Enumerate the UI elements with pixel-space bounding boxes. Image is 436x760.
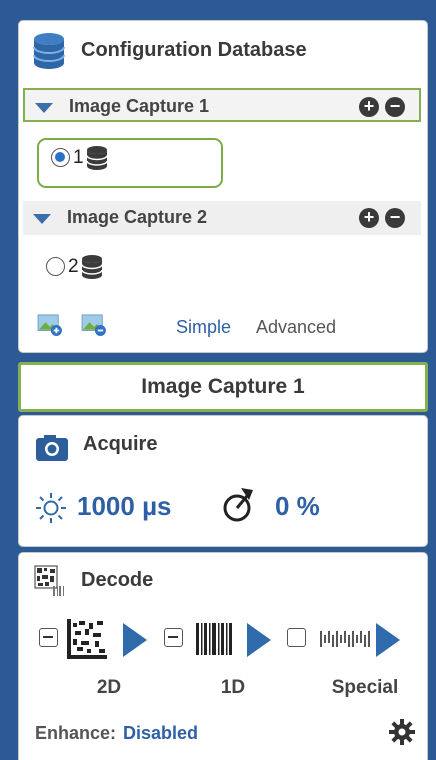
- symbology-label-special: Special: [331, 677, 399, 698]
- database-icon: [81, 255, 103, 279]
- panel-title: Configuration Database: [81, 39, 307, 61]
- remove-icon[interactable]: −: [385, 208, 405, 228]
- selected-capture-title-box: Image Capture 1: [18, 362, 428, 412]
- camera-icon: [36, 435, 68, 461]
- add-image-icon[interactable]: [36, 314, 64, 336]
- database-icon: [33, 33, 65, 69]
- acquire-title: Acquire: [83, 433, 158, 455]
- symbology-label-1d: 1D: [220, 677, 246, 698]
- group-row-image-capture-2[interactable]: Image Capture 2 + −: [23, 201, 421, 235]
- selected-capture-title: Image Capture 1: [141, 375, 305, 398]
- group-label: Image Capture 1: [69, 96, 210, 116]
- expand-special-arrow-icon[interactable]: [376, 623, 400, 657]
- configuration-database-panel: Configuration Database Image Capture 1 +…: [18, 20, 428, 353]
- enhance-label: Enhance:: [35, 723, 117, 743]
- enhance-value-link[interactable]: Disabled: [123, 723, 198, 744]
- group-label: Image Capture 2: [67, 207, 208, 227]
- database-icon: [86, 146, 108, 170]
- collapse-triangle-icon[interactable]: [35, 103, 53, 113]
- radio-image-capture-2[interactable]: [46, 257, 65, 276]
- expand-1d-arrow-icon[interactable]: [247, 623, 271, 657]
- expand-2d-arrow-icon[interactable]: [123, 623, 147, 657]
- remove-image-icon[interactable]: [80, 314, 108, 336]
- symbology-label-2d: 2D: [96, 677, 122, 698]
- datamatrix-icon: [67, 619, 107, 659]
- group-row-image-capture-1[interactable]: Image Capture 1 + −: [23, 88, 421, 122]
- simple-mode-link[interactable]: Simple: [176, 317, 231, 338]
- exposure-sun-icon[interactable]: [35, 492, 67, 524]
- item-number: 2: [68, 256, 79, 277]
- remove-icon[interactable]: −: [385, 97, 405, 117]
- collapse-triangle-icon[interactable]: [33, 214, 51, 224]
- acquire-panel: Acquire 1000 µs 0 %: [18, 415, 428, 547]
- checkbox-1d[interactable]: [164, 628, 183, 647]
- gear-icon[interactable]: [389, 719, 415, 745]
- decode-title: Decode: [81, 569, 154, 591]
- exposure-value[interactable]: 1000 µs: [77, 491, 172, 522]
- item-number: 1: [73, 147, 84, 168]
- linear-barcode-icon: [196, 623, 232, 655]
- barcode-icon: [34, 565, 64, 596]
- checkbox-special[interactable]: [287, 628, 306, 647]
- radio-image-capture-1[interactable]: [51, 148, 70, 167]
- advanced-mode-link[interactable]: Advanced: [256, 317, 336, 338]
- add-icon[interactable]: +: [359, 208, 379, 228]
- gain-icon[interactable]: [221, 484, 257, 524]
- checkbox-2d[interactable]: [39, 628, 58, 647]
- add-icon[interactable]: +: [359, 97, 379, 117]
- gain-value[interactable]: 0 %: [275, 491, 320, 522]
- decode-panel: Decode 2D 1D Special Enhance: Disabled: [18, 552, 428, 760]
- postal-barcode-icon: [320, 631, 370, 647]
